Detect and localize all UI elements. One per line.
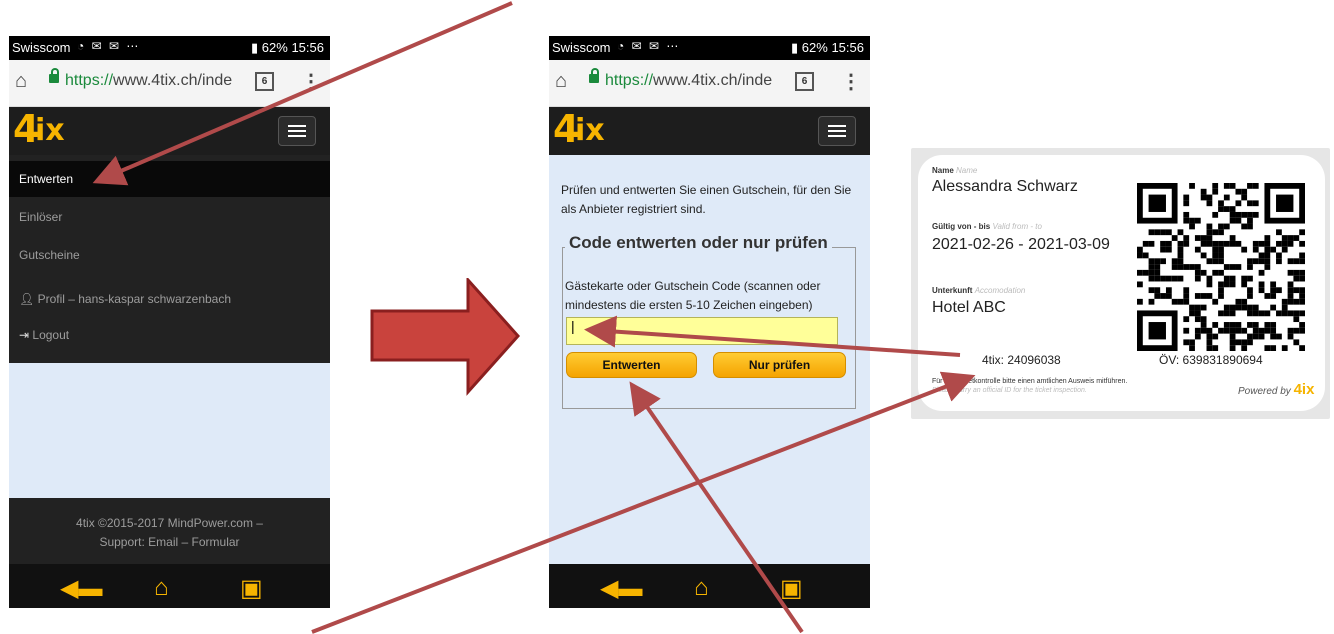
annotation-arrows (92, 1, 976, 634)
arrow-to-code-input (584, 315, 961, 357)
arrow-to-entwerten-button (629, 381, 804, 634)
arrow-to-tix-code (311, 371, 976, 634)
arrow-to-menu-entwerten (92, 1, 513, 186)
